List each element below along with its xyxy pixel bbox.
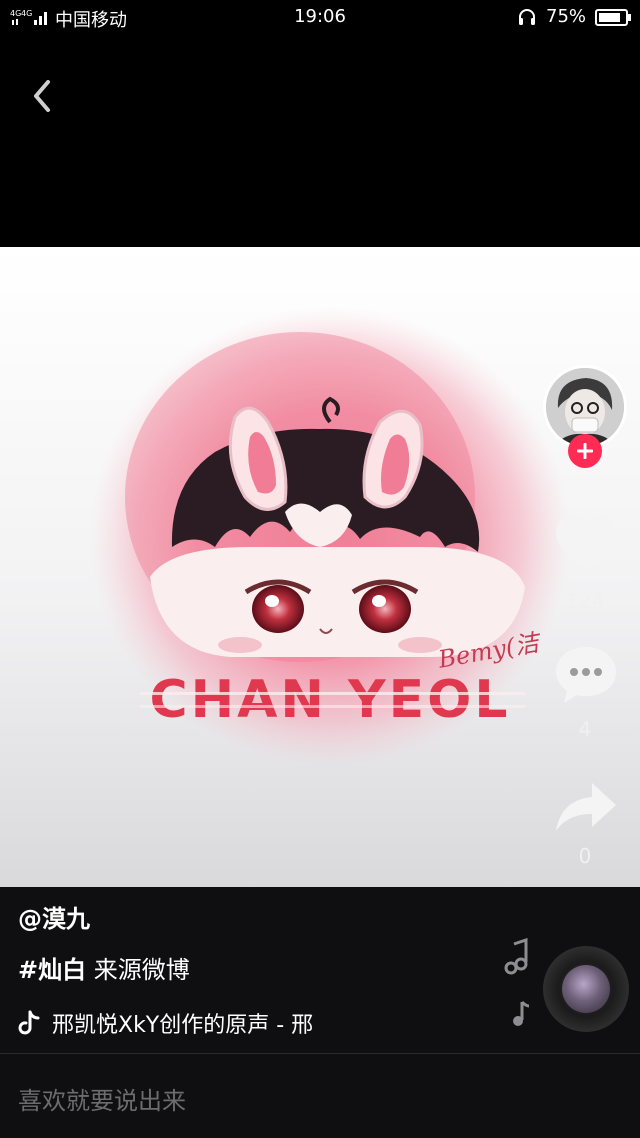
comment-input[interactable]: 喜欢就要说出来 <box>18 1081 186 1116</box>
video-player[interactable]: CHAN YEOL Bemy(洁 <box>0 247 640 887</box>
music-title: 邢凯悦XkY创作的原声 - 邢 <box>52 1013 314 1038</box>
comment-button[interactable] <box>552 644 620 706</box>
follow-button[interactable] <box>568 434 602 468</box>
status-bar: 4G 4G 中国移动 19:06 75% <box>0 0 640 34</box>
battery-icon <box>595 9 631 26</box>
share-arrow-icon <box>556 783 616 831</box>
author-name[interactable]: @漠九 <box>18 899 90 934</box>
artwork-text: CHAN YEOL <box>149 670 510 730</box>
battery-percent: 75% <box>546 6 587 27</box>
caption-text: 来源微博 <box>86 956 190 984</box>
share-count: 0 <box>578 844 592 868</box>
chevron-left-icon <box>34 80 50 112</box>
video-artwork: CHAN YEOL Bemy(洁 <box>90 307 570 767</box>
like-button[interactable] <box>552 512 620 574</box>
floating-note-icon <box>504 938 528 975</box>
clock: 19:06 <box>294 6 346 27</box>
post-caption: #灿白 来源微博 <box>18 950 190 985</box>
tiktok-note-icon <box>18 1010 40 1035</box>
floating-note-icon <box>513 1000 530 1026</box>
headset-icon <box>519 9 535 25</box>
hashtag-link[interactable]: #灿白 <box>18 956 86 984</box>
plus-icon <box>577 443 593 459</box>
music-row[interactable]: 邢凯悦XkY创作的原声 - 邢 <box>18 1008 352 1038</box>
comment-bubble-icon <box>556 647 616 703</box>
comment-count: 4 <box>578 717 592 741</box>
back-button[interactable] <box>22 76 62 116</box>
music-disc[interactable] <box>543 946 629 1032</box>
music-cover <box>562 965 610 1013</box>
share-button[interactable] <box>552 778 620 834</box>
heart-icon <box>556 516 616 570</box>
like-count: 124 <box>565 589 605 613</box>
